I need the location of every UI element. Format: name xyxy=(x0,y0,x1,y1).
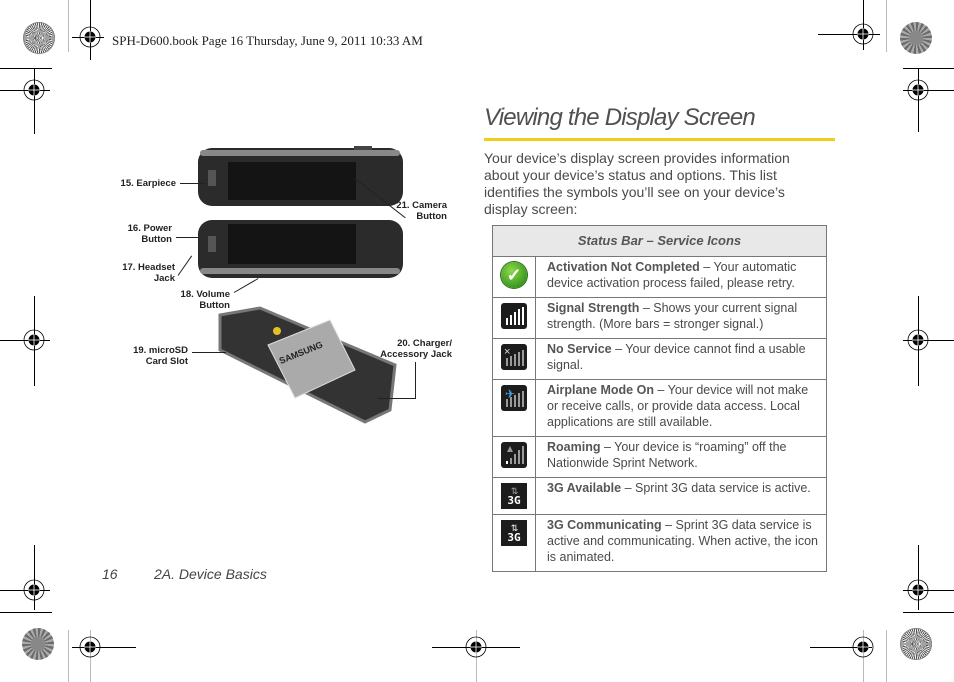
table-header-row: Status Bar – Service Icons xyxy=(492,225,827,257)
table-row: Signal Strength – Shows your current sig… xyxy=(492,297,827,339)
table-row: ✈ Airplane Mode On – Your device will no… xyxy=(492,379,827,437)
registration-rosette xyxy=(900,628,932,660)
row-label: Roaming xyxy=(547,440,601,454)
callout-text: 16. Power xyxy=(127,223,172,234)
roaming-icon xyxy=(501,442,527,468)
signal-bars xyxy=(506,350,524,366)
phone-front-top xyxy=(198,146,403,206)
row-description: – Sprint 3G data service is active. xyxy=(621,481,811,495)
row-label: 3G Available xyxy=(547,481,622,495)
signal-bars xyxy=(506,307,524,325)
callout-text: 18. Volume xyxy=(180,289,230,300)
callout-earpiece: 15. Earpiece xyxy=(110,178,176,189)
3g-available-icon: ⇅ 3G xyxy=(501,483,527,509)
registration-mark-icon xyxy=(852,23,874,45)
callout-text: 15. Earpiece xyxy=(120,178,176,189)
row-label: Airplane Mode On xyxy=(547,383,654,397)
registration-rosette xyxy=(22,628,54,660)
callout-text: 20. Charger/ xyxy=(397,338,452,349)
callout-text: Accessory Jack xyxy=(380,349,452,360)
callout-microsd-slot: 19. microSD Card Slot xyxy=(110,345,188,367)
registration-mark-icon xyxy=(23,79,45,101)
signal-strength-icon xyxy=(501,303,527,329)
registration-rosette xyxy=(23,22,55,54)
crop-mark xyxy=(0,612,52,613)
leader-line xyxy=(180,183,206,184)
callout-text: Card Slot xyxy=(145,356,188,367)
callout-camera-button: 21. Camera Button xyxy=(380,200,447,222)
trim-mark xyxy=(68,0,69,52)
registration-mark-icon xyxy=(23,329,45,351)
page-title: Viewing the Display Screen xyxy=(484,104,756,131)
3g-glyph: 3G xyxy=(507,531,521,544)
service-icons-table: Status Bar – Service Icons ✓ Activation … xyxy=(492,225,827,572)
callout-charger-jack: 20. Charger/Accessory Jack xyxy=(372,338,452,360)
leader-line xyxy=(415,362,416,398)
callout-text: 17. Headset xyxy=(122,262,175,273)
page-number: 16 xyxy=(102,566,118,582)
phone-front-side xyxy=(198,220,403,278)
leader-line xyxy=(378,398,416,399)
registration-mark-icon xyxy=(907,579,929,601)
3g-glyph: 3G xyxy=(507,494,521,507)
row-label: No Service xyxy=(547,342,612,356)
callout-volume-button: 18. Volume Button xyxy=(160,289,230,311)
crop-mark xyxy=(0,68,52,69)
crop-mark xyxy=(903,612,954,613)
table-row: × No Service – Your device cannot find a… xyxy=(492,338,827,380)
no-service-icon: × xyxy=(501,344,527,370)
registration-mark-icon xyxy=(907,329,929,351)
phone-illustration: SAMSUNG xyxy=(198,146,403,424)
callout-text: Jack xyxy=(153,273,175,284)
signal-bars xyxy=(506,446,524,464)
callout-text: Button xyxy=(416,211,447,222)
trim-mark xyxy=(886,630,887,682)
registration-mark-icon xyxy=(907,79,929,101)
table-row: ⇅ 3G 3G Available – Sprint 3G data servic… xyxy=(492,477,827,515)
registration-mark-icon xyxy=(465,636,487,658)
callout-headset-jack: 17. Headset Jack xyxy=(110,262,175,284)
registration-mark-icon xyxy=(23,579,45,601)
crop-mark xyxy=(903,68,954,69)
signal-bars xyxy=(506,391,524,407)
callout-text: Button xyxy=(199,300,230,311)
intro-paragraph: Your device’s display screen provides in… xyxy=(484,150,790,217)
callout-power-button: 16. Power Button xyxy=(110,223,172,245)
row-label: Activation Not Completed xyxy=(547,260,700,274)
section-name: 2A. Device Basics xyxy=(154,566,267,582)
trim-mark xyxy=(68,630,69,682)
trim-mark xyxy=(886,0,887,52)
table-row: Roaming – Your device is “roaming” off t… xyxy=(492,436,827,478)
table-header: Status Bar – Service Icons xyxy=(492,225,827,257)
leader-line xyxy=(192,352,226,353)
airplane-mode-icon: ✈ xyxy=(501,385,527,411)
print-header: SPH-D600.book Page 16 Thursday, June 9, … xyxy=(112,33,423,48)
registration-rosette xyxy=(900,22,932,54)
registration-mark-icon xyxy=(79,26,101,48)
registration-mark-icon xyxy=(79,636,101,658)
row-label: Signal Strength xyxy=(547,301,640,315)
3g-communicating-icon: ⇅ 3G xyxy=(501,520,527,546)
title-underline xyxy=(484,138,835,141)
table-row: ✓ Activation Not Completed – Your automa… xyxy=(492,256,827,298)
table-row: ⇅ 3G 3G Communicating – Sprint 3G data se… xyxy=(492,514,827,572)
leader-line xyxy=(176,237,198,238)
row-label: 3G Communicating xyxy=(547,518,662,532)
phone-back: SAMSUNG xyxy=(218,306,397,424)
registration-mark-icon xyxy=(852,636,874,658)
callout-text: 19. microSD xyxy=(133,345,188,356)
activation-check-icon: ✓ xyxy=(501,262,527,288)
callout-text: Button xyxy=(141,234,172,245)
